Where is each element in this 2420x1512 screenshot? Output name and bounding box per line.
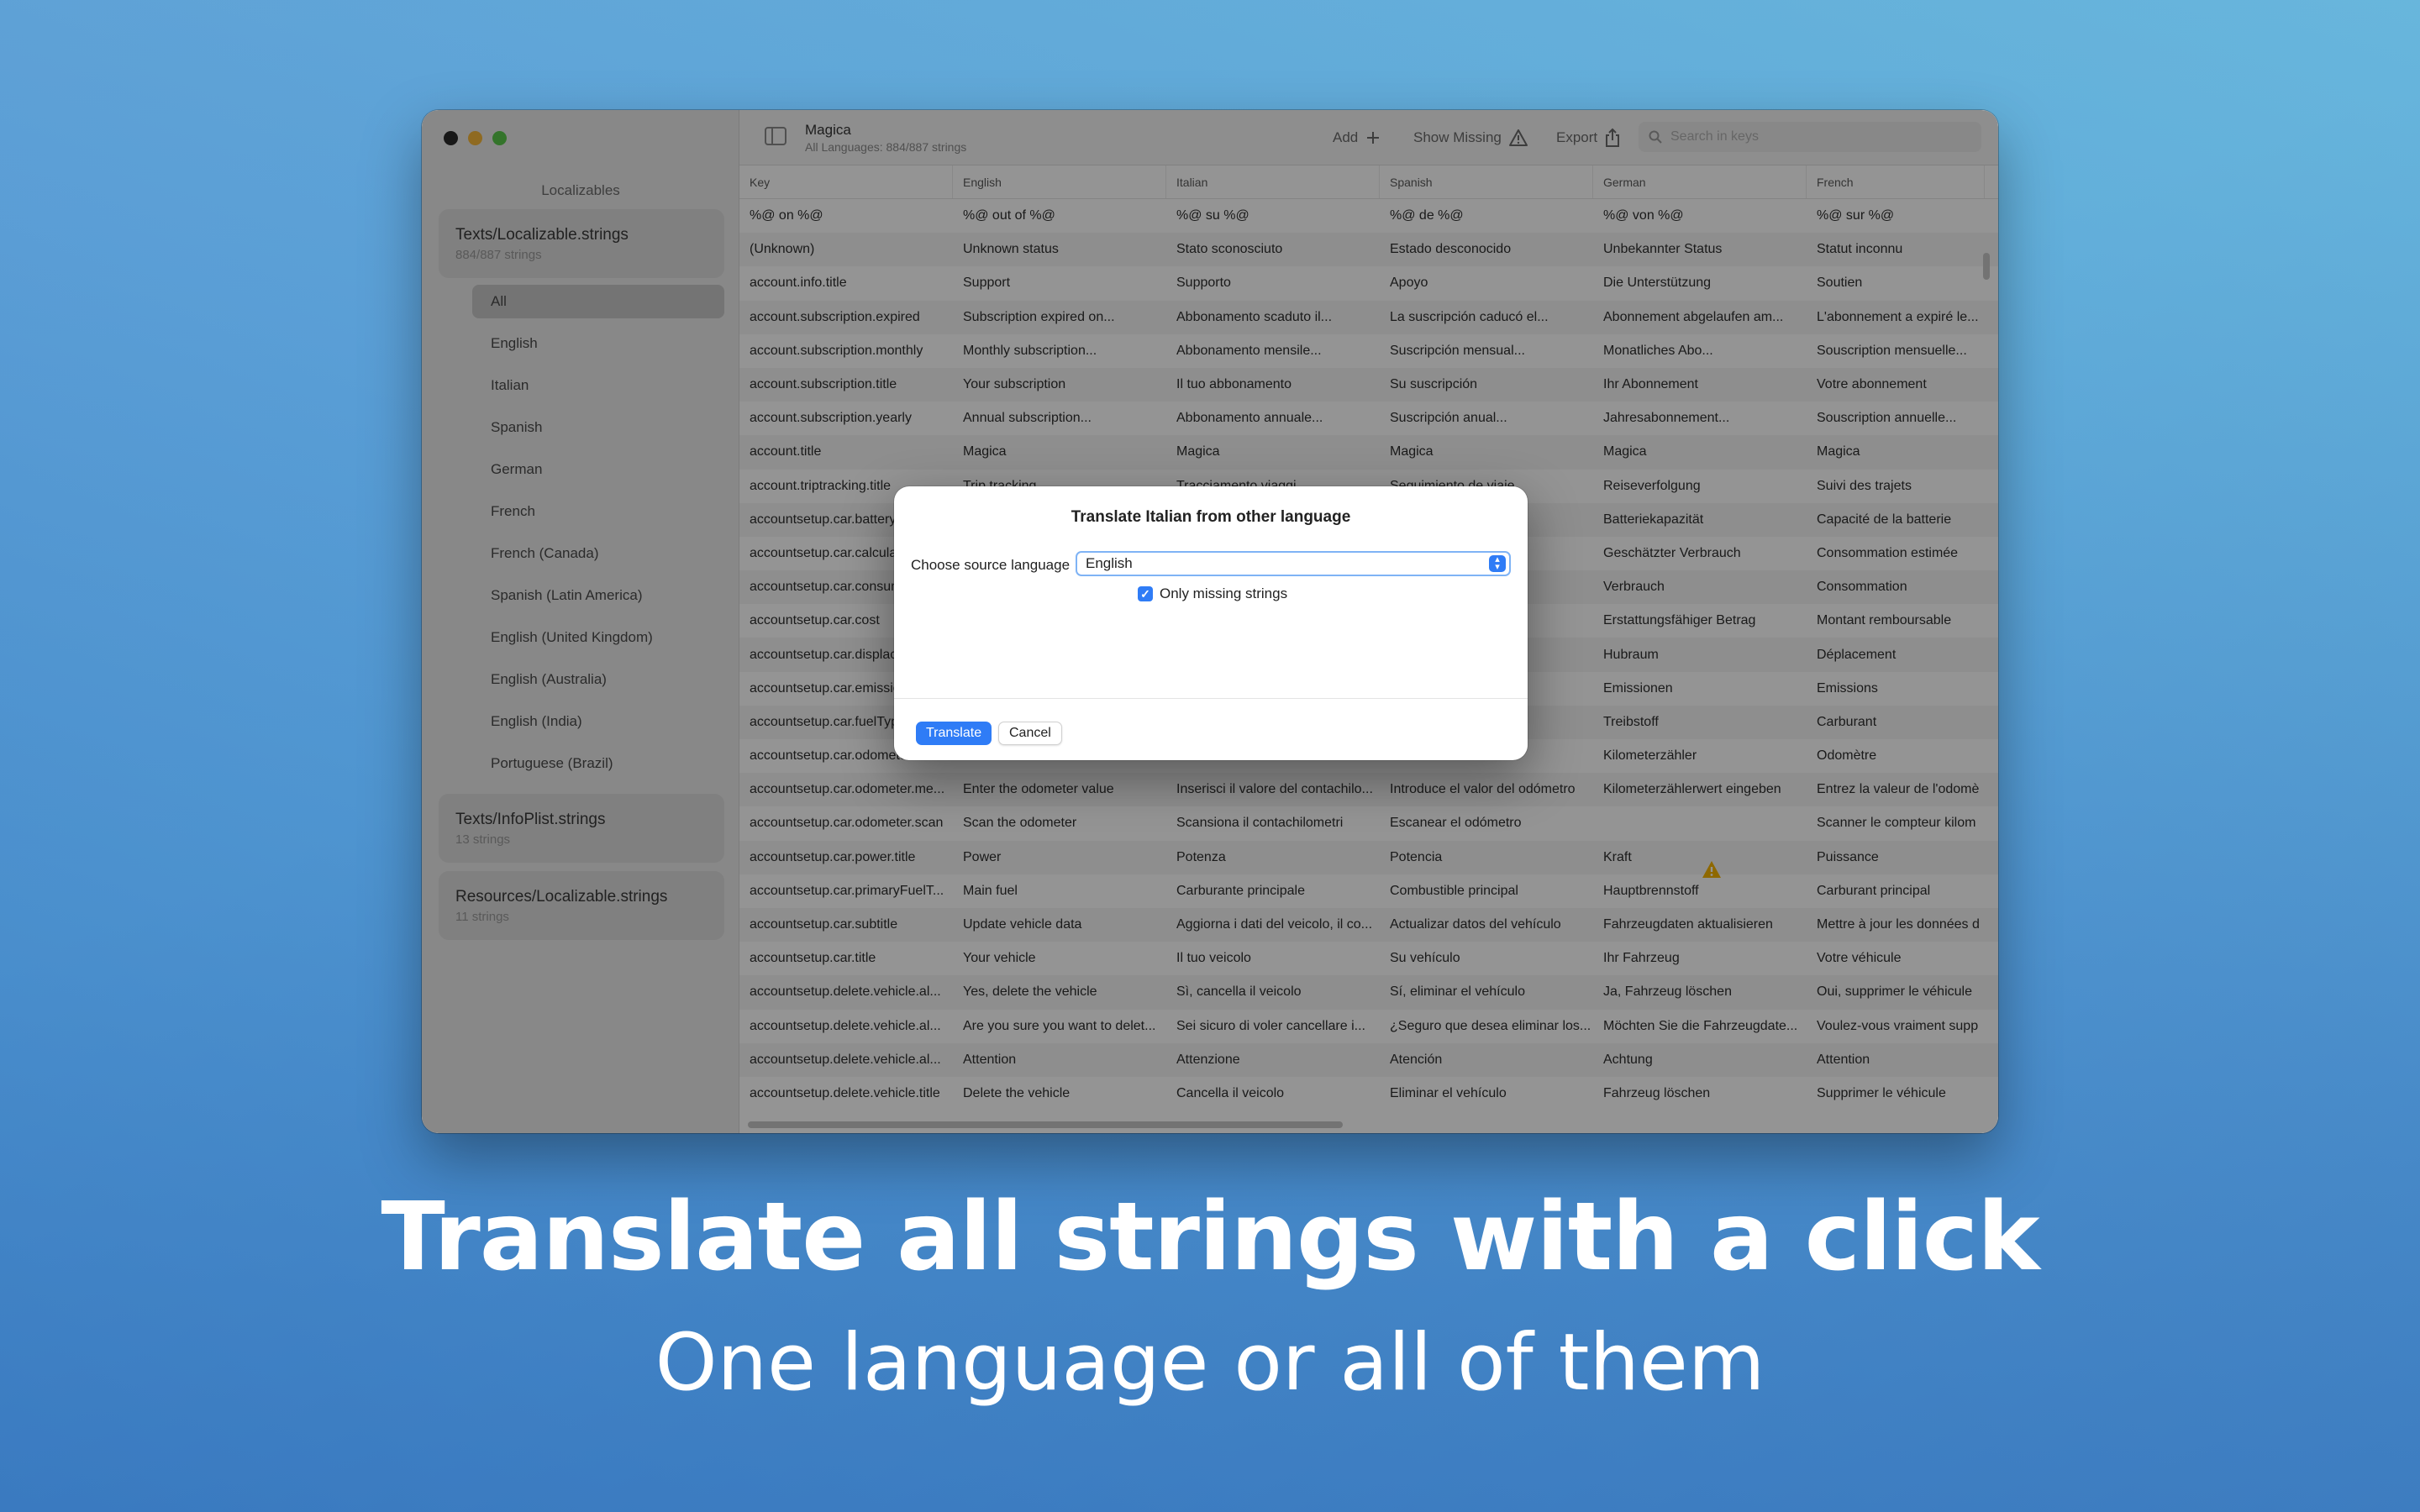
- translate-dialog: Translate Italian from other language Ch…: [894, 486, 1528, 760]
- marketing-headline: Translate all strings with a click: [381, 1183, 2039, 1292]
- dialog-divider: [894, 698, 1528, 699]
- cancel-button[interactable]: Cancel: [998, 722, 1062, 745]
- dialog-title: Translate Italian from other language: [1071, 508, 1351, 526]
- translate-button[interactable]: Translate: [916, 722, 992, 745]
- source-language-select[interactable]: English ▴ ▾: [1076, 551, 1511, 576]
- only-missing-option[interactable]: ✓ Only missing strings: [1138, 585, 1287, 602]
- app-window: Localizables Texts/Localizable.strings 8…: [422, 110, 1998, 1133]
- source-language-label: Choose source language: [911, 557, 1071, 573]
- chevron-updown-icon: ▴ ▾: [1489, 555, 1506, 572]
- only-missing-label: Only missing strings: [1160, 585, 1288, 601]
- source-language-value: English: [1086, 555, 1133, 571]
- marketing-subline: One language or all of them: [655, 1317, 1765, 1409]
- only-missing-checkbox[interactable]: ✓: [1138, 586, 1153, 601]
